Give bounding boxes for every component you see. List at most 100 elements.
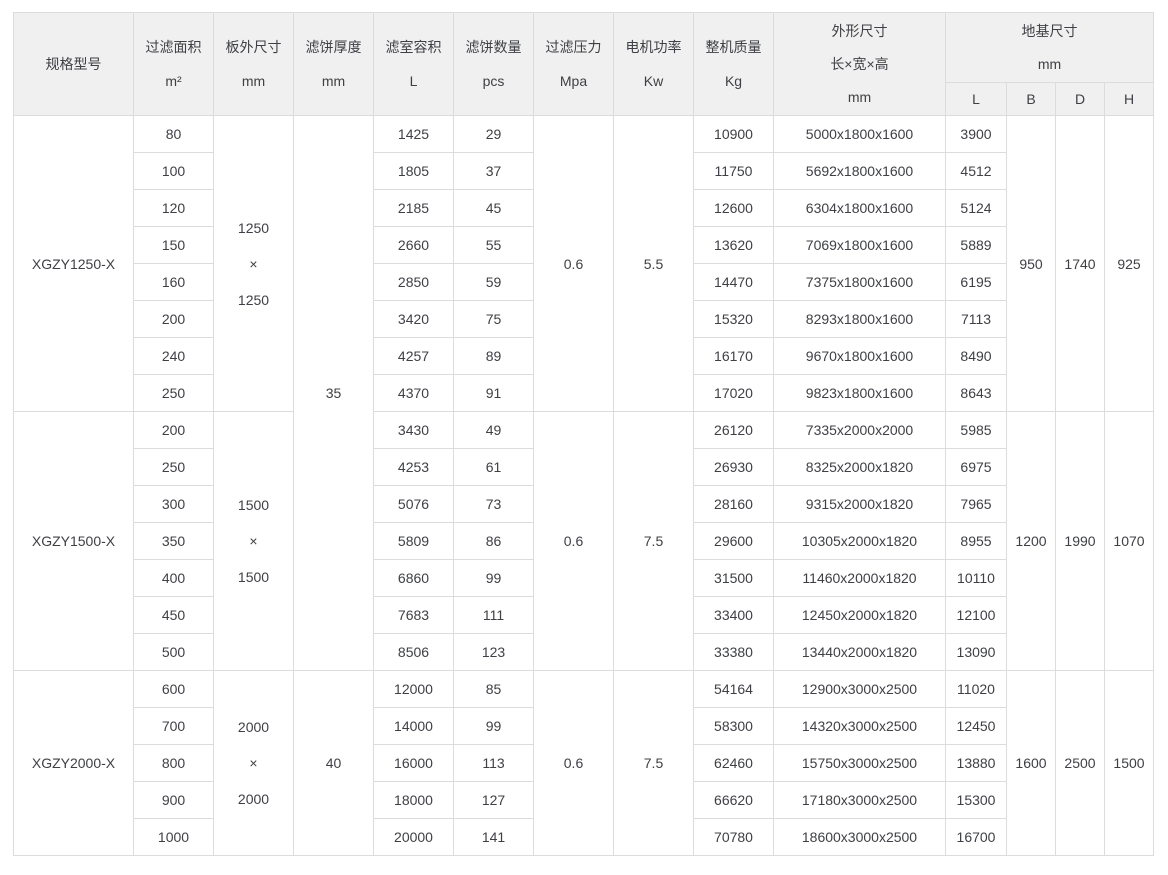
chamber-volume-cell: 7683 (373, 596, 454, 634)
cake-count-cell: 99 (453, 559, 534, 597)
cake-thickness-cell: 35 (293, 115, 374, 671)
foundation-d-cell: 2500 (1055, 670, 1105, 856)
spec-table: 规格型号 过滤面积 m² 板外尺寸 mm 滤饼厚度 mm 滤室容积 L 滤饼数量… (13, 12, 1154, 856)
chamber-volume-cell: 16000 (373, 744, 454, 782)
filter-area-cell: 150 (133, 226, 214, 264)
machine-weight-cell: 12600 (693, 189, 774, 227)
overall-size-cell: 13440x2000x1820 (773, 633, 946, 671)
filter-area-cell: 350 (133, 522, 214, 560)
machine-weight-cell: 54164 (693, 670, 774, 708)
col-title: 外形尺寸 (831, 22, 888, 39)
machine-weight-cell: 17020 (693, 374, 774, 412)
col-header-machine-weight: 整机质量 Kg (693, 12, 774, 116)
overall-size-cell: 9670x1800x1600 (773, 337, 946, 375)
filter-area-cell: 250 (133, 374, 214, 412)
chamber-volume-cell: 20000 (373, 818, 454, 856)
filter-area-cell: 160 (133, 263, 214, 301)
col-header-model: 规格型号 (13, 12, 134, 116)
motor-power-cell: 5.5 (613, 115, 694, 412)
foundation-l-cell: 13090 (945, 633, 1007, 671)
filter-pressure-cell: 0.6 (533, 411, 614, 671)
foundation-l-cell: 12100 (945, 596, 1007, 634)
plate-size-cell: 1500 × 1500 (213, 411, 294, 671)
col-header-motor-power: 电机功率 Kw (613, 12, 694, 116)
foundation-l-cell: 11020 (945, 670, 1007, 708)
cake-count-cell: 37 (453, 152, 534, 190)
col-unit: Mpa (559, 73, 588, 89)
chamber-volume-cell: 3430 (373, 411, 454, 449)
col-title: 滤饼厚度 (305, 39, 362, 55)
machine-weight-cell: 66620 (693, 781, 774, 819)
overall-size-cell: 6304x1800x1600 (773, 189, 946, 227)
col-title: 板外尺寸 (225, 39, 282, 55)
page: 规格型号 过滤面积 m² 板外尺寸 mm 滤饼厚度 mm 滤室容积 L 滤饼数量… (0, 0, 1168, 856)
col-title: 滤饼数量 (465, 39, 522, 55)
col-header-foundation-h: H (1104, 82, 1154, 116)
overall-size-cell: 7375x1800x1600 (773, 263, 946, 301)
cake-count-cell: 85 (453, 670, 534, 708)
machine-weight-cell: 14470 (693, 263, 774, 301)
filter-area-cell: 120 (133, 189, 214, 227)
overall-size-cell: 15750x3000x2500 (773, 744, 946, 782)
cake-count-cell: 86 (453, 522, 534, 560)
foundation-l-cell: 8955 (945, 522, 1007, 560)
filter-area-cell: 500 (133, 633, 214, 671)
machine-weight-cell: 28160 (693, 485, 774, 523)
cake-count-cell: 113 (453, 744, 534, 782)
filter-area-cell: 700 (133, 707, 214, 745)
col-title: 整机质量 (705, 39, 762, 55)
foundation-l-cell: 10110 (945, 559, 1007, 597)
overall-size-cell: 18600x3000x2500 (773, 818, 946, 856)
overall-size-cell: 12900x3000x2500 (773, 670, 946, 708)
chamber-volume-cell: 2660 (373, 226, 454, 264)
cake-thickness-cell: 40 (293, 670, 374, 856)
foundation-l-cell: 7113 (945, 300, 1007, 338)
overall-size-cell: 12450x2000x1820 (773, 596, 946, 634)
machine-weight-cell: 31500 (693, 559, 774, 597)
foundation-l-cell: 6195 (945, 263, 1007, 301)
machine-weight-cell: 13620 (693, 226, 774, 264)
foundation-l-cell: 3900 (945, 115, 1007, 153)
foundation-l-cell: 5124 (945, 189, 1007, 227)
overall-size-cell: 9315x2000x1820 (773, 485, 946, 523)
machine-weight-cell: 29600 (693, 522, 774, 560)
chamber-volume-cell: 6860 (373, 559, 454, 597)
col-header-overall-size: 外形尺寸 长×宽×高 mm (773, 12, 946, 116)
table-header: 规格型号 过滤面积 m² 板外尺寸 mm 滤饼厚度 mm 滤室容积 L 滤饼数量… (13, 12, 1154, 116)
overall-size-cell: 10305x2000x1820 (773, 522, 946, 560)
model-cell: XGZY1500-X (13, 411, 134, 671)
chamber-volume-cell: 2185 (373, 189, 454, 227)
col-unit: mm (847, 88, 872, 105)
chamber-volume-cell: 18000 (373, 781, 454, 819)
filter-area-cell: 250 (133, 448, 214, 486)
machine-weight-cell: 58300 (693, 707, 774, 745)
chamber-volume-cell: 8506 (373, 633, 454, 671)
chamber-volume-cell: 1425 (373, 115, 454, 153)
chamber-volume-cell: 14000 (373, 707, 454, 745)
table-body: XGZY1250-X 80 1250 × 1250 35 1425 29 0.6 5.5 109… (13, 115, 1154, 856)
chamber-volume-cell: 5076 (373, 485, 454, 523)
col-title: 过滤面积 (145, 39, 202, 55)
filter-area-cell: 80 (133, 115, 214, 153)
chamber-volume-cell: 1805 (373, 152, 454, 190)
filter-area-cell: 300 (133, 485, 214, 523)
col-header-cake-thickness: 滤饼厚度 mm (293, 12, 374, 116)
filter-area-cell: 1000 (133, 818, 214, 856)
col-header-foundation-l: L (945, 82, 1007, 116)
col-unit: mm (1037, 55, 1062, 72)
foundation-l-cell: 12450 (945, 707, 1007, 745)
foundation-l-cell: 7965 (945, 485, 1007, 523)
cake-count-cell: 127 (453, 781, 534, 819)
chamber-volume-cell: 12000 (373, 670, 454, 708)
table-row: XGZY2000-X 600 2000 × 2000 40 12000 85 0.6 7.5 5… (13, 670, 1154, 856)
col-header-foundation-group: 地基尺寸 mm (945, 12, 1154, 83)
foundation-l-cell: 4512 (945, 152, 1007, 190)
chamber-volume-cell: 4370 (373, 374, 454, 412)
cake-count-cell: 123 (453, 633, 534, 671)
cake-count-cell: 99 (453, 707, 534, 745)
col-unit: pcs (482, 73, 505, 89)
col-unit: m² (165, 73, 182, 89)
cake-count-cell: 29 (453, 115, 534, 153)
cake-count-cell: 89 (453, 337, 534, 375)
col-header-foundation-b: B (1006, 82, 1056, 116)
